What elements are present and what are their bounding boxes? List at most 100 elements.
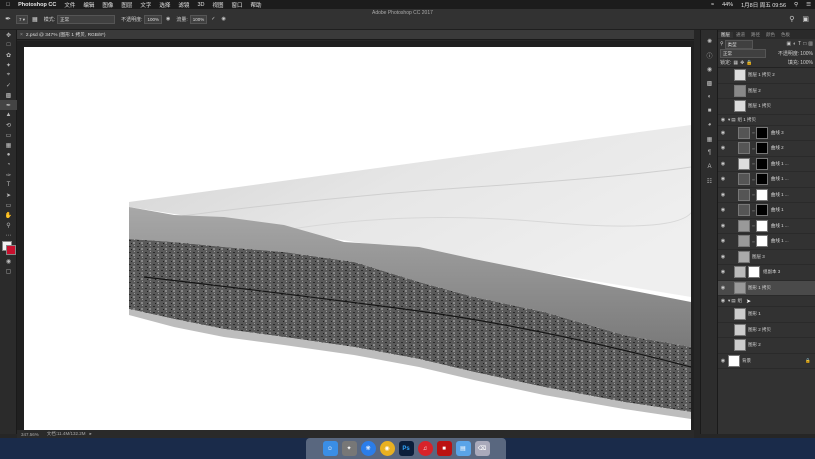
layer-mask[interactable]	[755, 235, 768, 248]
menu-list-icon[interactable]: ☰	[806, 2, 811, 8]
layer-name[interactable]: 曲线 1 ...	[771, 238, 789, 244]
doc-info[interactable]: 文档:11.4M/132.2M	[47, 431, 86, 437]
menu-type[interactable]: 文字	[140, 1, 151, 9]
layer-row[interactable]: 图层 2	[718, 84, 815, 99]
menu-select[interactable]: 选择	[159, 1, 170, 9]
layer-row[interactable]: ◉ ∞ 曲线 1	[718, 203, 815, 219]
menu-window[interactable]: 窗口	[231, 1, 242, 9]
layer-row[interactable]: ◉ ∞ 曲线 2	[718, 141, 815, 157]
chrome-icon[interactable]: ◉	[379, 441, 395, 456]
layer-name[interactable]: 曲线 1 ...	[771, 223, 789, 229]
tab-channels[interactable]: 通道	[733, 32, 748, 38]
clone-stamp-icon[interactable]: ▲	[0, 110, 17, 120]
layer-mask[interactable]	[755, 142, 768, 155]
move-tool-icon[interactable]: ✥	[0, 30, 17, 40]
eye-icon[interactable]: ◉	[718, 145, 728, 151]
layer-name[interactable]: 图层 1 拷贝 2	[748, 72, 775, 78]
eye-icon[interactable]: ◉	[718, 254, 728, 260]
filter-shape-icon[interactable]: □	[803, 41, 806, 47]
marquee-tool-icon[interactable]: □	[0, 40, 17, 50]
group-row[interactable]: ◉ ▾ ▤ 组 ➤	[718, 296, 815, 307]
trash-icon[interactable]: ⌫	[474, 441, 490, 456]
layer-name[interactable]: 组副本 3	[763, 269, 780, 275]
menu-image[interactable]: 图像	[102, 1, 113, 9]
layer-row[interactable]: 图层 1 拷贝 2	[718, 68, 815, 84]
background-color[interactable]	[6, 245, 16, 255]
close-tab-icon[interactable]: ×	[20, 32, 23, 38]
info-panel-icon[interactable]: ⓘ	[701, 50, 718, 60]
layer-row[interactable]: ◉ 图层 3	[718, 250, 815, 265]
layer-name[interactable]: 曲线 3	[771, 130, 784, 136]
menu-edit[interactable]: 编辑	[83, 1, 94, 9]
app-name-menu[interactable]: Photoshop CC	[18, 2, 56, 8]
menu-3d[interactable]: 3D	[197, 2, 204, 8]
search-icon[interactable]: ⚲	[789, 15, 794, 23]
layer-name[interactable]: 曲线 1	[771, 207, 784, 213]
eyedropper-icon[interactable]: ✓	[0, 80, 17, 90]
dodge-icon[interactable]: ◔	[0, 160, 17, 170]
brush-size-picker[interactable]: 7 ▾	[16, 14, 29, 24]
color-panel-icon[interactable]: ◕	[701, 120, 718, 130]
layer-mask[interactable]	[755, 173, 768, 186]
pen-tool-icon[interactable]: ✑	[0, 170, 17, 180]
layer-row[interactable]: ◉ ∞ 曲线 3	[718, 126, 815, 141]
layer-name[interactable]: 组	[738, 298, 743, 304]
layer-name[interactable]: 图形 2 拷贝	[748, 327, 771, 333]
airbrush-icon[interactable]: ✓	[211, 16, 215, 22]
filter-type-icon[interactable]: T	[798, 41, 801, 47]
styles-icon[interactable]: ■	[701, 106, 718, 116]
screen-mode-icon[interactable]: ▢	[0, 266, 17, 276]
pressure-opacity-icon[interactable]: ◉	[166, 16, 170, 22]
layer-mask[interactable]	[755, 188, 768, 201]
fill-value[interactable]: 100%	[800, 60, 813, 66]
layer-row[interactable]: ◉ ∞ 曲线 1 ...	[718, 172, 815, 188]
layer-row[interactable]: 图形 2 拷贝	[718, 323, 815, 338]
launchpad-icon[interactable]: ✦	[341, 441, 357, 456]
eye-icon[interactable]: ◉	[718, 161, 728, 167]
clone-source-icon[interactable]: ▩	[701, 78, 718, 88]
layer-name[interactable]: 曲线 2	[771, 145, 784, 151]
safari-icon[interactable]: ❋	[360, 441, 376, 456]
paragraph-icon[interactable]: ¶	[701, 148, 718, 158]
zoom-tool-icon[interactable]: ⚲	[0, 220, 17, 230]
history-brush-icon[interactable]: ⟲	[0, 120, 17, 130]
menu-layer[interactable]: 图层	[121, 1, 132, 9]
layer-name[interactable]: 图形 1 拷贝	[748, 285, 771, 291]
layer-row[interactable]: ◉ ∞ 曲线 1 ...	[718, 219, 815, 234]
apple-icon[interactable]: 	[6, 2, 10, 8]
layer-row[interactable]: ◉ 组副本 3	[718, 265, 815, 281]
kind-filter[interactable]: 类型	[724, 39, 753, 49]
layer-name[interactable]: 图形 2	[748, 342, 761, 348]
shape-tool-icon[interactable]: ▭	[0, 200, 17, 210]
path-select-icon[interactable]: ➤	[0, 190, 17, 200]
healing-brush-icon[interactable]: ▩	[0, 90, 17, 100]
wifi-icon[interactable]: ≈	[711, 2, 714, 8]
layer-mask[interactable]	[755, 219, 768, 232]
netease-icon[interactable]: ♫	[417, 441, 433, 456]
eraser-icon[interactable]: ▭	[0, 130, 17, 140]
layer-mask[interactable]	[748, 266, 760, 279]
more-tools-icon[interactable]: ⋯	[0, 230, 17, 240]
battery-status[interactable]: 44%	[722, 2, 733, 8]
lock-all-icon[interactable]: 🔒	[746, 60, 752, 66]
history-panel-icon[interactable]: ✺	[701, 36, 718, 46]
swatches-icon[interactable]: ▦	[701, 134, 718, 144]
layer-row[interactable]: 图形 2	[718, 338, 815, 354]
type-tool-icon[interactable]: T	[0, 180, 17, 190]
menu-help[interactable]: 帮助	[251, 1, 262, 9]
finder-icon[interactable]: ☺	[322, 441, 338, 456]
eye-icon[interactable]: ◉	[718, 130, 728, 136]
layer-name[interactable]: 图层 1 拷贝	[748, 103, 771, 109]
layer-row[interactable]: ◉ ∞ 曲线 1 ...	[718, 234, 815, 250]
layer-row[interactable]: 图层 1 拷贝	[718, 99, 815, 115]
zoom-level[interactable]: 347.56%	[21, 432, 39, 437]
brushes-panel-icon[interactable]: ◉	[701, 64, 718, 74]
filter-pixel-icon[interactable]: ▣	[786, 41, 791, 47]
brush-tool-icon[interactable]: ✒	[0, 15, 16, 23]
menu-filter[interactable]: 滤镜	[178, 1, 189, 9]
status-arrow-icon[interactable]: ▸	[89, 431, 91, 437]
layer-name[interactable]: 曲线 1 ...	[771, 176, 789, 182]
photoshop-icon[interactable]: Ps	[398, 441, 414, 456]
adjustments-icon[interactable]: ◐	[701, 92, 718, 102]
layer-mask[interactable]	[755, 204, 768, 217]
